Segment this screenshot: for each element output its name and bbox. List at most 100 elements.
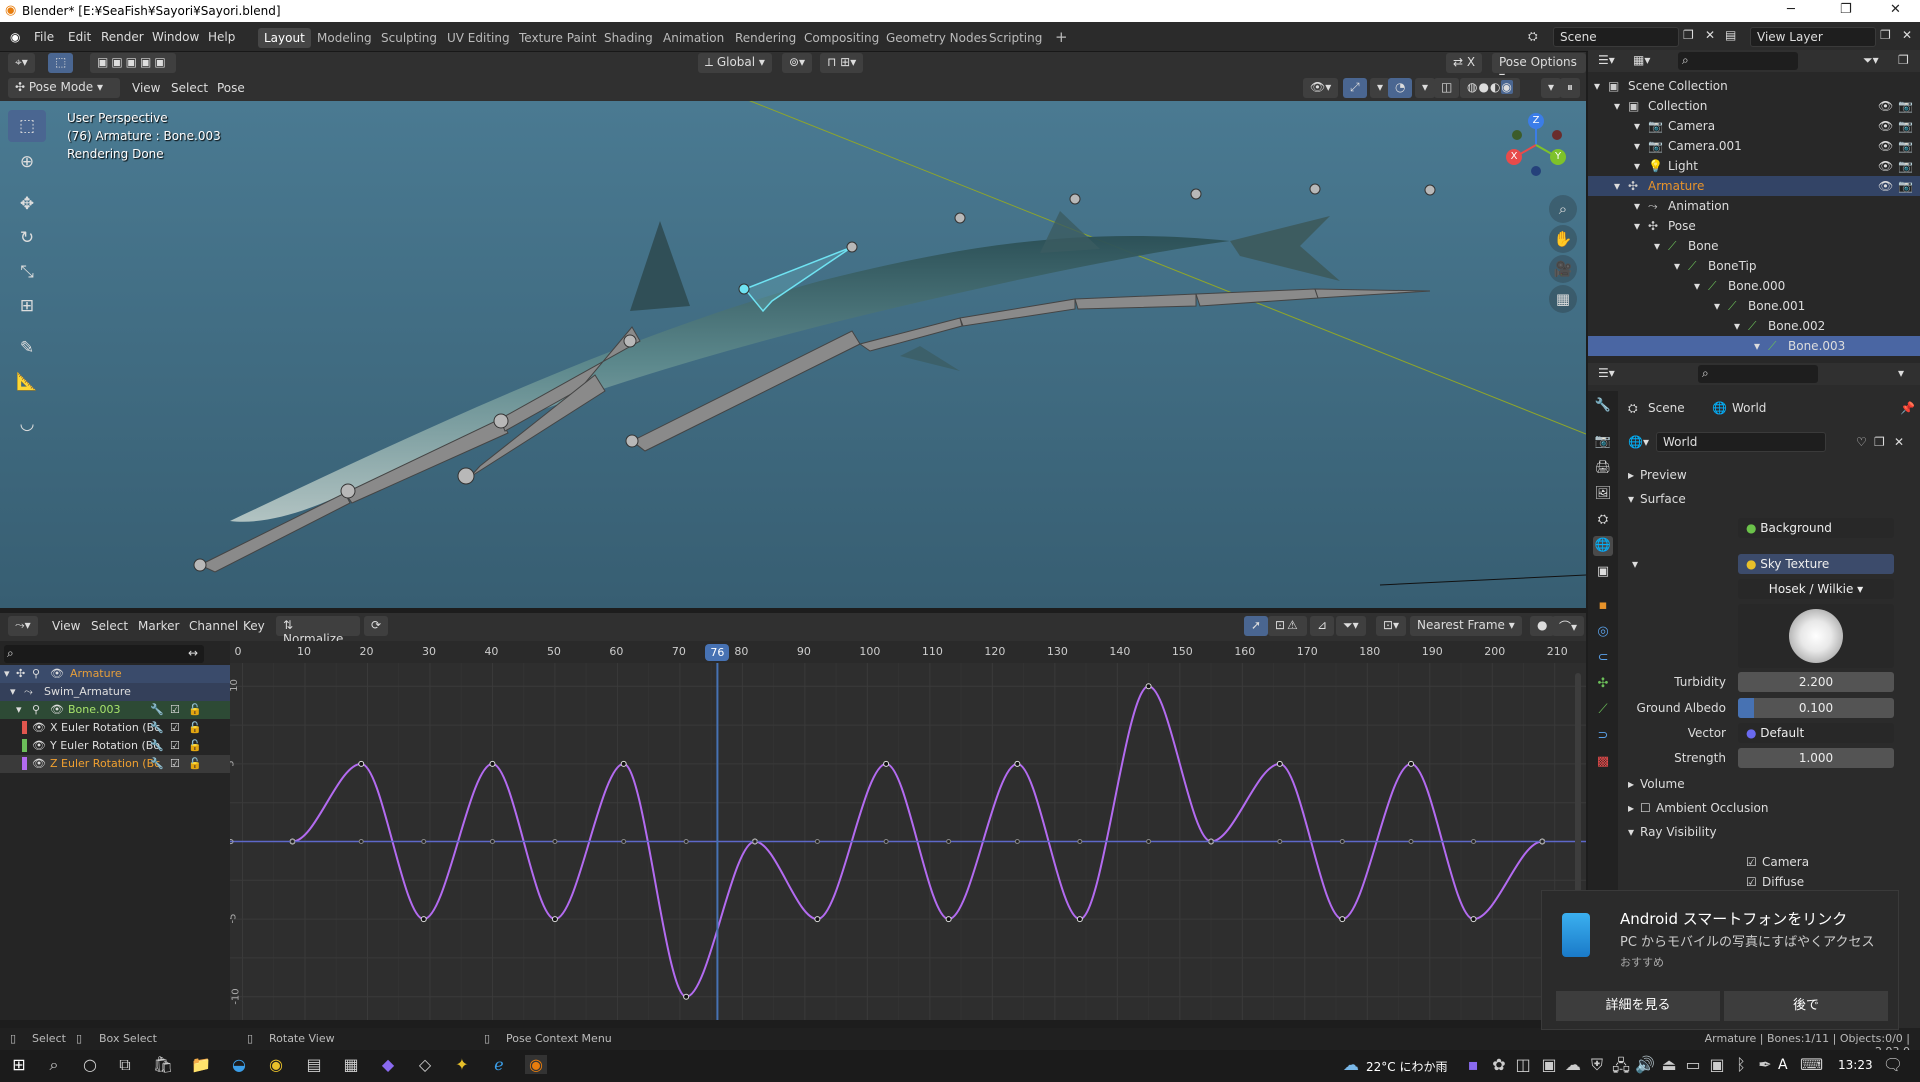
show-handles-icon[interactable]: ⊿ <box>1310 616 1335 636</box>
camera-checkbox[interactable]: ☑ <box>1746 855 1757 869</box>
expand-icon[interactable]: ▾ <box>1674 259 1680 273</box>
panel-ambient-occlusion[interactable]: Ambient Occlusion <box>1656 801 1768 815</box>
checkbox-icon[interactable]: ☑ <box>170 721 180 734</box>
strength-field[interactable]: 1.000 <box>1738 748 1894 768</box>
network-icon[interactable]: 🖧 <box>1610 1055 1632 1082</box>
diffuse-checkbox[interactable]: ☑ <box>1746 875 1757 889</box>
shading-dropdown-icon[interactable]: ▾ <box>1541 78 1562 98</box>
visibility-icon[interactable]: 👁▾ <box>1303 78 1339 98</box>
tab-rendering[interactable]: Rendering <box>729 28 802 48</box>
input-language-indicator[interactable]: A <box>1778 1057 1788 1073</box>
render-visibility-icon[interactable]: 📷 <box>1898 139 1913 153</box>
menu-help[interactable]: Help <box>208 30 235 44</box>
modifier-icon[interactable]: 🔧 <box>150 703 164 716</box>
channel-armature[interactable]: ▾ ✣ ⚲ 👁 Armature <box>0 665 230 683</box>
notification-icon[interactable]: 🗨 <box>1882 1055 1904 1074</box>
outliner-row[interactable]: ▾ 📷 Camera.001 👁 📷 <box>1588 136 1920 156</box>
expand-icon[interactable]: ▾ <box>16 703 22 716</box>
transform-tool-icon[interactable]: ⊞ <box>8 290 46 322</box>
outliner-row[interactable]: ▾ 💡 Light 👁 📷 <box>1588 156 1920 176</box>
overlay-icon[interactable]: ◔ <box>1388 78 1413 98</box>
collection-tab-icon[interactable]: ▣ <box>1593 562 1613 582</box>
transform-orientation-dropdown[interactable]: ⟂ Global ▾ <box>698 53 772 73</box>
outliner-row[interactable]: ▾ ⟋ Bone <box>1588 236 1920 256</box>
expand-icon[interactable]: ▾ <box>1734 319 1740 333</box>
usb-icon[interactable]: ⏏ <box>1658 1055 1680 1074</box>
rendered-shading-icon[interactable]: ◉ <box>1501 80 1513 94</box>
lock-icon[interactable]: 🔓 <box>188 757 202 770</box>
viewport-menu-view[interactable]: View <box>132 81 160 95</box>
weather-icon[interactable]: ☁ <box>1340 1055 1362 1074</box>
display-mode-icon[interactable]: ▦▾ <box>1633 53 1650 67</box>
outliner-search-input[interactable]: ⌕ <box>1678 52 1798 70</box>
eye-icon[interactable]: 👁 <box>32 721 46 734</box>
viewport-menu-pose[interactable]: Pose <box>217 81 245 95</box>
bluetooth-icon[interactable]: ᛒ <box>1730 1055 1752 1074</box>
world-datablock-icon[interactable]: 🌐▾ <box>1628 435 1649 449</box>
expand-icon[interactable]: ▾ <box>1614 99 1620 113</box>
render-visibility-icon[interactable]: 📷 <box>1898 119 1913 133</box>
expand-icon[interactable]: ▾ <box>1634 219 1640 233</box>
world-name-field[interactable]: World <box>1656 432 1826 452</box>
armature-data-tab-icon[interactable]: ✣ <box>1593 674 1613 694</box>
properties-search-input[interactable]: ⌕ <box>1698 365 1818 383</box>
ambient-occlusion-checkbox[interactable]: ☐ <box>1640 801 1651 815</box>
toast-later-button[interactable]: 後で <box>1724 991 1888 1021</box>
weather-text[interactable]: 22°C にわか雨 <box>1366 1058 1447 1075</box>
ime-icon[interactable]: ⌨ <box>1800 1055 1823 1074</box>
outliner-row[interactable]: ▾ ⟋ Bone.002 <box>1588 316 1920 336</box>
bone-tab-icon[interactable]: ⟋ <box>1593 700 1613 720</box>
bone-roll-tool-icon[interactable]: ◡ <box>8 408 46 440</box>
security-icon[interactable]: ⛨ <box>1586 1055 1608 1075</box>
editor-type-icon[interactable]: ⌖▾ <box>8 53 35 73</box>
new-view-layer-icon[interactable]: ❐ <box>1880 28 1891 42</box>
graph-menu-view[interactable]: View <box>52 619 80 633</box>
zoom-icon[interactable]: ⌕ <box>1549 195 1577 223</box>
fcurve-x-rotation[interactable]: 👁 X Euler Rotation (Bc 🔧 ☑ 🔓 <box>0 719 230 737</box>
only-selected-icon[interactable]: ➚ <box>1244 616 1269 636</box>
outliner-row[interactable]: ▾ ⟋ Bone.000 <box>1588 276 1920 296</box>
tab-shading[interactable]: Shading <box>598 28 659 48</box>
pin-icon[interactable]: ⚲ <box>32 703 40 716</box>
app-icon[interactable]: ▦ <box>340 1055 362 1074</box>
nvidia-icon[interactable]: ▣ <box>1538 1055 1560 1074</box>
color-texture-field[interactable]: ● Sky Texture <box>1738 554 1894 574</box>
snap-mode-dropdown[interactable]: Nearest Frame ▾ <box>1410 616 1522 636</box>
rotate-tool-icon[interactable]: ↻ <box>8 222 46 254</box>
tab-texture-paint[interactable]: Texture Paint <box>513 28 602 48</box>
graph-editor-area[interactable]: 10 5 0 -5 -10 <box>230 663 1586 1020</box>
volume-icon[interactable]: 🔊 <box>1634 1055 1656 1074</box>
tab-scripting[interactable]: Scripting <box>983 28 1048 48</box>
ground-albedo-slider[interactable]: 0.100 <box>1738 698 1894 718</box>
move-tool-icon[interactable]: ✥ <box>8 188 46 220</box>
restore-icon[interactable]: ❐ <box>1840 2 1852 17</box>
graph-editor-type-icon[interactable]: ⤳▾ <box>8 616 38 636</box>
file-explorer-icon[interactable]: 📁 <box>190 1055 212 1074</box>
internet-explorer-icon[interactable]: ℯ <box>488 1055 510 1074</box>
toast-more-button[interactable]: 詳細を見る <box>1556 991 1720 1021</box>
panel-preview[interactable]: Preview <box>1640 468 1687 482</box>
cortana-icon[interactable]: ○ <box>79 1055 101 1074</box>
tab-layout[interactable]: Layout <box>258 28 311 48</box>
blender-menu-icon[interactable]: ◉ <box>10 30 20 44</box>
expand-icon[interactable]: ▾ <box>1594 79 1600 93</box>
menu-render[interactable]: Render <box>101 30 144 44</box>
tab-geometry-nodes[interactable]: Geometry Nodes <box>880 28 993 48</box>
falloff-icon[interactable]: ⌒▾ <box>1552 616 1585 636</box>
delete-view-layer-icon[interactable]: ✕ <box>1902 28 1912 42</box>
visual-studio-icon[interactable]: ◆ <box>377 1055 399 1074</box>
collapse-icon[interactable]: ▸ <box>1628 801 1634 815</box>
checkbox-icon[interactable]: ☑ <box>170 757 180 770</box>
outliner-editor-icon[interactable]: ☰▾ <box>1598 53 1615 67</box>
pan-hand-icon[interactable]: ✋ <box>1549 225 1577 253</box>
viewport-menu-select[interactable]: Select <box>171 81 208 95</box>
sky-type-dropdown[interactable]: Hosek / Wilkie ▾ <box>1738 579 1894 599</box>
swap-icon[interactable]: ↔ <box>188 646 198 660</box>
annotate-tool-icon[interactable]: ✎ <box>8 332 46 364</box>
collapse-icon[interactable]: ▸ <box>1628 777 1634 791</box>
normalize-refresh-icon[interactable]: ⟳ <box>364 616 389 636</box>
outliner-row[interactable]: ▾ 📷 Camera 👁 📷 <box>1588 116 1920 136</box>
proportional-edit-icon[interactable]: ● <box>1530 616 1555 636</box>
physics-tab-icon[interactable]: ◎ <box>1593 622 1613 642</box>
surface-shader-field[interactable]: ● Background <box>1738 518 1894 538</box>
